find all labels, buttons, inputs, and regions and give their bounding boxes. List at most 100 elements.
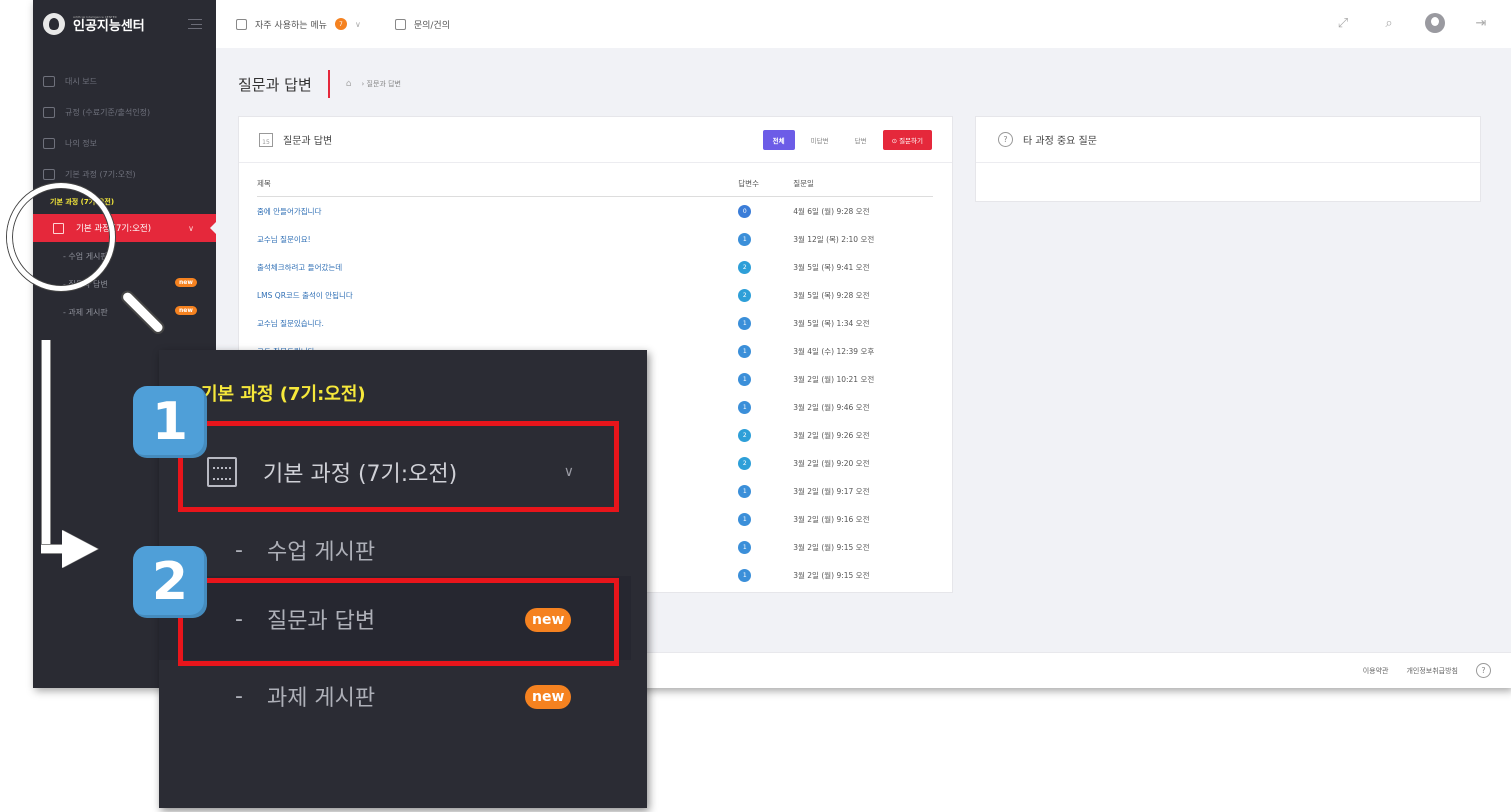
answer-count-badge: 2 [738, 456, 752, 470]
answer-count-badge: 1 [738, 344, 752, 358]
column-title: 제목 [257, 179, 271, 188]
question-date: 3월 2일 (월) 9:20 오전 [793, 458, 870, 468]
answer-count-cell: 1 [738, 344, 793, 358]
logout-icon[interactable]: ⇥ [1471, 16, 1491, 31]
table-row[interactable]: 교수님 질문이요! 1 3월 12일 (목) 2:10 오전 [257, 225, 933, 253]
question-date: 4월 6일 (월) 9:28 오전 [793, 206, 870, 216]
step-badge-2: 2 [133, 546, 207, 618]
answer-count-badge: 0 [738, 204, 752, 218]
question-date: 3월 2일 (월) 9:15 오전 [793, 570, 870, 580]
step-badge-1: 1 [133, 386, 207, 458]
answer-count-cell: 1 [738, 540, 793, 554]
topbar: 자주 사용하는 메뉴 7 ∨ 문의/건의 ⤢ ⌕ ⇥ [216, 0, 1511, 48]
new-badge: new [175, 306, 197, 315]
user-icon[interactable] [1425, 13, 1445, 33]
answer-count-badge: 2 [738, 260, 752, 274]
table-row[interactable]: 출석체크하려고 들어갔는데 2 3월 5일 (목) 9:41 오전 [257, 253, 933, 281]
question-title-link[interactable]: 교수님 질문이요! [257, 234, 738, 245]
answer-count-cell: 1 [738, 372, 793, 386]
sidebar-item-label: 기본 과정 (7기:오전) [65, 170, 136, 179]
favorites-count-badge: 7 [334, 18, 347, 30]
sidebar-item-dashboard[interactable]: 대시 보드 [33, 66, 216, 97]
answer-count-badge: 1 [738, 232, 752, 246]
question-date: 3월 2일 (월) 9:16 오전 [793, 514, 870, 524]
brand-text: Artificial Intelligence CENTER 인공지능센터 [73, 15, 145, 34]
menu-toggle-icon[interactable] [188, 19, 202, 29]
table-row[interactable]: 교수님 질문있습니다. 1 3월 5일 (목) 1:34 오전 [257, 309, 933, 337]
plus-square-icon [236, 18, 247, 30]
tutorial-stage: Artificial Intelligence CENTER 인공지능센터 대시… [0, 0, 1511, 812]
answer-count-cell: 2 [738, 428, 793, 442]
sidebar-item-rules[interactable]: 규정 (수료기준/출석인정) [33, 97, 216, 128]
expand-icon[interactable]: ⤢ [1333, 16, 1353, 31]
new-badge: new [175, 278, 197, 287]
answer-count-cell: 2 [738, 260, 793, 274]
page-header: 질문과 답변 ⌂ › 질문과 답변 [238, 70, 401, 98]
arrow-right-icon [62, 530, 98, 568]
table-row[interactable]: LMS QR코드 출석이 안됩니다 2 3월 5일 (목) 9:28 오전 [257, 281, 933, 309]
question-date: 3월 2일 (월) 9:17 오전 [793, 486, 870, 496]
document-icon [43, 107, 55, 118]
topbar-actions: ⤢ ⌕ ⇥ [1333, 13, 1491, 33]
zoom-subitem-assignment-board[interactable]: - 과제 게시판 [235, 680, 375, 712]
highlight-box-step2 [178, 578, 619, 666]
answer-count-cell: 1 [738, 568, 793, 582]
question-date: 3월 2일 (월) 9:46 오전 [793, 402, 870, 412]
answer-count-cell: 1 [738, 512, 793, 526]
favorites-menu[interactable]: 자주 사용하는 메뉴 [255, 18, 327, 31]
chevron-down-icon[interactable]: ∨ [355, 20, 361, 29]
answer-count-cell: 1 [738, 400, 793, 414]
question-title-link[interactable]: 출석체크하려고 들어갔는데 [257, 262, 738, 273]
help-icon: ? [998, 132, 1013, 147]
question-title-link[interactable]: 줌에 안들어가집니다 [257, 206, 738, 217]
brand-name: 인공지능센터 [73, 18, 145, 34]
question-title-link[interactable]: 교수님 질문있습니다. [257, 318, 738, 329]
home-icon[interactable]: ⌂ [346, 79, 352, 89]
inquiry-link[interactable]: 문의/건의 [414, 18, 450, 31]
dash: - [235, 537, 243, 563]
terms-link[interactable]: 이용약관 [1363, 666, 1389, 676]
search-icon[interactable]: ⌕ [1379, 16, 1399, 31]
page-title: 질문과 답변 [238, 75, 312, 94]
ask-question-button[interactable]: ⊙ 질문하기 [882, 130, 932, 150]
column-count: 답변수 [738, 179, 759, 188]
answer-count-badge: 2 [738, 428, 752, 442]
filter-unanswered-button[interactable]: 미답변 [801, 130, 839, 150]
answer-count-cell: 2 [738, 456, 793, 470]
privacy-link[interactable]: 개인정보취급방침 [1406, 666, 1458, 676]
filter-all-button[interactable]: 전체 [762, 130, 795, 150]
person-icon [43, 138, 55, 149]
qna-card-title: 질문과 답변 [283, 136, 333, 147]
answer-count-cell: 1 [738, 484, 793, 498]
magnifier-lens-icon [7, 183, 115, 291]
zoom-subitem-label: 수업 게시판 [266, 540, 376, 565]
sidebar-item-label: 규정 (수료기준/출석인정) [65, 108, 151, 117]
other-card-title: 타 과정 중요 질문 [1023, 136, 1097, 147]
sidebar-item-label: 나의 정보 [65, 139, 97, 148]
other-course-card: ? 타 과정 중요 질문 [975, 116, 1481, 202]
question-date: 3월 2일 (월) 9:26 오전 [793, 430, 870, 440]
question-title-link[interactable]: LMS QR코드 출석이 안됩니다 [257, 290, 738, 301]
answer-count-badge: 1 [738, 512, 752, 526]
table-row[interactable]: 줌에 안들어가집니다 0 4월 6일 (월) 9:28 오전 [257, 197, 933, 225]
zoom-subitem-class-board[interactable]: - 수업 게시판 [235, 534, 375, 566]
answer-count-badge: 1 [738, 400, 752, 414]
qna-filters: 전체 미답변 답변 ⊙ 질문하기 [762, 130, 932, 150]
answer-count-badge: 1 [738, 540, 752, 554]
qna-card-header: 15 질문과 답변 전체 미답변 답변 ⊙ 질문하기 [239, 117, 952, 163]
help-icon[interactable]: ? [1476, 663, 1491, 678]
answer-count-badge: 2 [738, 288, 752, 302]
logo-icon [43, 13, 65, 35]
sidebar-item-my-info[interactable]: 나의 정보 [33, 128, 216, 159]
chat-icon [394, 18, 406, 30]
brand: Artificial Intelligence CENTER 인공지능센터 [33, 0, 216, 48]
new-badge: new [525, 685, 572, 709]
filter-answered-button[interactable]: 답변 [845, 130, 877, 150]
answer-count-badge: 1 [738, 568, 752, 582]
zoom-subitem-label: 과제 게시판 [266, 686, 376, 711]
answer-count-badge: 1 [738, 316, 752, 330]
calendar-icon: 15 [259, 132, 273, 147]
table-header: 제목 답변수 질문일 [257, 171, 933, 197]
course-icon [43, 169, 55, 180]
arrow-shaft [41, 340, 51, 552]
